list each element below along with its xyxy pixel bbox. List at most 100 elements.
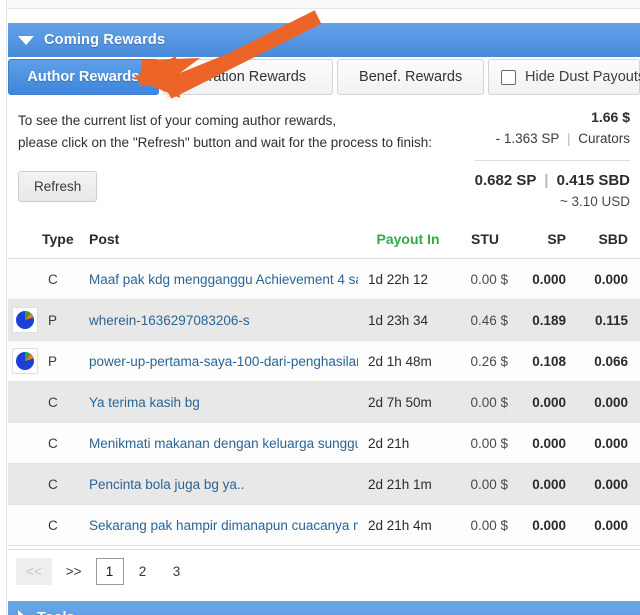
tab-author-rewards[interactable]: Author Rewards [8, 59, 159, 95]
summary-curators-amount: - 1.363 SP [495, 131, 560, 146]
summary-amounts-row: 0.682 SP | 0.415 SBD [340, 170, 630, 192]
info-summary-area: To see the current list of your coming a… [8, 101, 640, 221]
col-payout-in[interactable]: Payout In [362, 222, 454, 259]
pagination-button[interactable]: 2 [128, 558, 158, 585]
row-post-cell: Sekarang pak hampir dimanapun cuacanya m… [84, 504, 362, 546]
post-link[interactable]: Maaf pak kdg mengganggu Achievement 4 sa… [89, 272, 358, 287]
col-type: Type [42, 222, 84, 259]
row-post-cell: Menikmati makanan dengan keluarga sunggu… [84, 422, 362, 464]
row-sp: 0.000 [516, 463, 578, 505]
row-pie-cell [8, 381, 42, 423]
hide-dust-payouts-toggle[interactable]: Hide Dust Payouts [488, 59, 640, 95]
page-left-gutter [0, 0, 7, 615]
row-stu: 0.00 $ [454, 463, 516, 505]
row-payout-in: 1d 22h 12 [362, 258, 454, 300]
tab-benef-rewards[interactable]: Benef. Rewards [337, 59, 485, 95]
row-type: C [42, 422, 84, 464]
caret-right-icon[interactable] [18, 610, 27, 615]
post-link[interactable]: power-up-pertama-saya-100-dari-penghasil… [89, 354, 358, 369]
row-type: C [42, 504, 84, 546]
checkbox-unchecked-icon[interactable] [501, 69, 517, 85]
row-type: C [42, 463, 84, 505]
row-stu: 0.46 $ [454, 299, 516, 341]
row-payout-in: 1d 23h 34 [362, 299, 454, 341]
rewards-table-wrap: Type Post Payout In STU SP SBD C Maaf pak… [8, 222, 640, 546]
row-payout-in: 2d 7h 50m [362, 381, 454, 423]
col-stu[interactable]: STU [454, 222, 516, 259]
table-row[interactable]: Ppower-up-pertama-saya-100-dari-penghasi… [8, 340, 640, 382]
row-type: P [42, 340, 84, 382]
post-link[interactable]: Pencinta bola juga bg ya.. [89, 477, 358, 492]
row-post-cell: Maaf pak kdg mengganggu Achievement 4 sa… [84, 258, 362, 300]
pie-chart-icon[interactable] [12, 348, 38, 374]
post-link[interactable]: wherein-1636297083206-s [89, 313, 358, 328]
summary-sp-amount: 0.682 SP [474, 172, 537, 189]
hide-dust-payouts-label: Hide Dust Payouts [525, 69, 640, 85]
table-row[interactable]: Pwherein-1636297083206-s 1d 23h 34 0.46 $0… [8, 299, 640, 341]
pagination-button[interactable]: 1 [95, 558, 124, 585]
row-sbd: 0.066 [578, 340, 640, 382]
row-sp: 0.189 [516, 299, 578, 341]
pagination-button[interactable]: 3 [162, 558, 192, 585]
post-link[interactable]: Menikmati makanan dengan keluarga sunggu… [89, 436, 358, 451]
row-post-cell: Ya terima kasih bg [84, 381, 362, 423]
tab-author-rewards-label: Author Rewards [27, 69, 140, 85]
table-row[interactable]: C Sekarang pak hampir dimanapun cuacanya … [8, 504, 640, 546]
caret-down-icon[interactable] [18, 35, 34, 45]
table-row[interactable]: C Menikmati makanan dengan keluarga sungg… [8, 422, 640, 464]
summary-approx-usd: ~ 3.10 USD [559, 194, 630, 209]
row-sbd: 0.000 [578, 463, 640, 505]
row-type: P [42, 299, 84, 341]
tab-curation-rewards-label: Curation Rewards [189, 69, 307, 85]
refresh-button[interactable]: Refresh [18, 171, 98, 202]
row-type: C [42, 258, 84, 300]
summary-separator-1: | [566, 131, 571, 146]
post-link[interactable]: Sekarang pak hampir dimanapun cuacanya m… [89, 518, 358, 533]
rewards-tabbar: Author Rewards Curation Rewards Benef. R… [8, 59, 640, 97]
row-sbd: 0.000 [578, 504, 640, 546]
table-row[interactable]: C Pencinta bola juga bg ya.. 2d 21h 1m 0.00… [8, 463, 640, 505]
panel-title: Coming Rewards [44, 32, 166, 48]
row-post-cell: wherein-1636297083206-s [84, 299, 362, 341]
pie-chart-icon[interactable] [12, 307, 38, 333]
row-payout-in: 2d 1h 48m [362, 340, 454, 382]
post-link[interactable]: Ya terima kasih bg [89, 395, 358, 410]
row-sbd: 0.000 [578, 381, 640, 423]
row-stu: 0.00 $ [454, 258, 516, 300]
col-sp[interactable]: SP [516, 222, 578, 259]
row-payout-in: 2d 21h 4m [362, 504, 454, 546]
row-pie-cell [8, 504, 42, 546]
tab-curation-rewards[interactable]: Curation Rewards [162, 59, 334, 95]
row-pie-cell [8, 299, 42, 341]
summary-curators-row: - 1.363 SP | Curators [340, 128, 630, 150]
table-header-row: Type Post Payout In STU SP SBD [8, 222, 640, 259]
row-type: C [42, 381, 84, 423]
coming-rewards-panel-header[interactable]: Coming Rewards [8, 23, 640, 57]
row-payout-in: 2d 21h 1m [362, 463, 454, 505]
summary-total-usd: 1.66 $ [591, 109, 630, 125]
tools-panel-title: Tools [37, 610, 75, 615]
row-sp: 0.000 [516, 504, 578, 546]
table-row[interactable]: C Ya terima kasih bg 2d 7h 50m 0.00 $0.000 0… [8, 381, 640, 423]
row-sp: 0.000 [516, 381, 578, 423]
pagination-button[interactable]: >> [56, 558, 92, 585]
summary-sbd-amount: 0.415 SBD [556, 172, 630, 189]
row-sp: 0.000 [516, 422, 578, 464]
table-row[interactable]: C Maaf pak kdg mengganggu Achievement 4 s… [8, 258, 640, 300]
row-payout-in: 2d 21h [362, 422, 454, 464]
row-sp: 0.000 [516, 258, 578, 300]
coming-rewards-table: Type Post Payout In STU SP SBD C Maaf pak… [8, 222, 640, 546]
page-top-strip [0, 0, 640, 9]
col-sbd[interactable]: SBD [578, 222, 640, 259]
row-sbd: 0.115 [578, 299, 640, 341]
row-sbd: 0.000 [578, 258, 640, 300]
row-pie-cell [8, 463, 42, 505]
row-pie-cell [8, 340, 42, 382]
row-pie-cell [8, 258, 42, 300]
summary-separator-2: | [544, 172, 549, 189]
rewards-summary: 1.66 $ - 1.363 SP | Curators 0.682 SP | … [340, 107, 630, 212]
row-sbd: 0.000 [578, 422, 640, 464]
row-pie-cell [8, 422, 42, 464]
tools-panel-header[interactable]: Tools [8, 601, 640, 615]
row-stu: 0.00 $ [454, 504, 516, 546]
